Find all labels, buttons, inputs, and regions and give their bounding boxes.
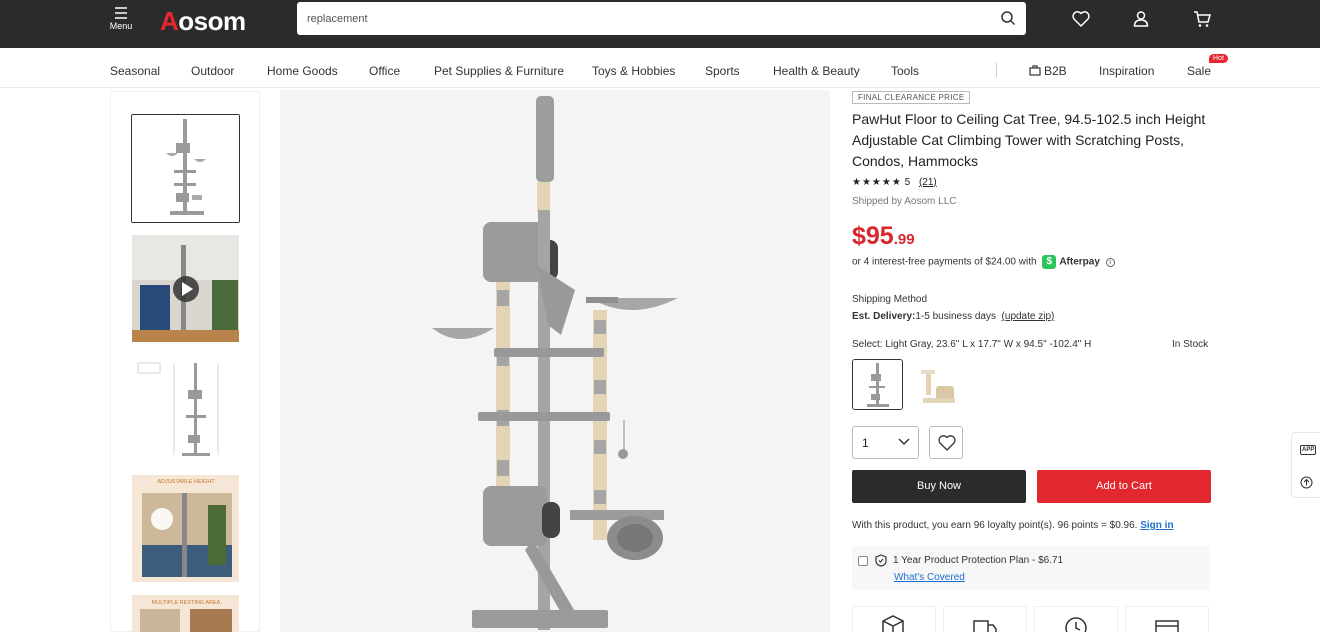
nav-item-toys-hobbies[interactable]: Toys & Hobbies — [592, 64, 675, 78]
stock-status: In Stock — [1172, 339, 1209, 350]
wishlist-button[interactable] — [929, 426, 963, 459]
feature-box-4 — [1125, 606, 1209, 632]
back-to-top-icon[interactable] — [1300, 476, 1313, 489]
buy-now-button[interactable]: Buy Now — [852, 470, 1026, 503]
nav-item-tools[interactable]: Tools — [891, 64, 919, 78]
search-input[interactable] — [307, 9, 987, 29]
whats-covered-link[interactable]: What's Covered — [894, 572, 965, 583]
thumbnail-1[interactable] — [131, 114, 240, 223]
variant-option-light-gray[interactable] — [852, 359, 903, 410]
floating-side-toolbar: APP — [1291, 432, 1320, 498]
rating-row: ★★★★★ 5 (21) — [852, 177, 937, 188]
heart-icon — [938, 435, 956, 451]
menu-label: Menu — [109, 21, 133, 31]
afterpay-text: or 4 interest-free payments of $24.00 wi… — [852, 256, 1037, 268]
nav-divider — [996, 63, 997, 77]
shipped-by: Shipped by Aosom LLC — [852, 196, 957, 207]
protection-plan: 1 Year Product Protection Plan - $6.71 W… — [852, 546, 1210, 590]
price-dollars: $95 — [852, 222, 894, 250]
app-download-icon[interactable]: APP — [1300, 445, 1317, 455]
update-zip-link[interactable]: (update zip) — [1002, 311, 1055, 322]
card-icon — [1155, 620, 1179, 632]
clock-icon — [1065, 617, 1087, 632]
star-rating: ★★★★★ — [852, 177, 902, 188]
cat-tree-image — [280, 90, 830, 632]
rating-value: 5 — [904, 177, 911, 188]
hot-badge: Hot — [1209, 54, 1228, 63]
truck-icon — [973, 620, 997, 632]
protection-plan-checkbox[interactable] — [858, 556, 868, 566]
loyalty-points: With this product, you earn 96 loyalty p… — [852, 520, 1174, 531]
thumbnail-gallery: ADJUSTABLE HEIGHT MULTIPLE RESTING AREA — [110, 91, 260, 632]
svg-text:ADJUSTABLE HEIGHT: ADJUSTABLE HEIGHT — [157, 479, 215, 485]
estimated-delivery: Est. Delivery:1-5 business days (update … — [852, 311, 1055, 322]
variant-thumbnail — [913, 360, 962, 409]
room-video-thumbnail — [132, 235, 239, 342]
price-cents: .99 — [893, 231, 915, 248]
adjustable-height-thumbnail: ADJUSTABLE HEIGHT — [132, 475, 239, 582]
nav-item-health-beauty[interactable]: Health & Beauty — [773, 64, 860, 78]
nav-item-seasonal[interactable]: Seasonal — [110, 64, 160, 78]
afterpay-logo-icon: $ — [1042, 255, 1057, 269]
user-icon[interactable] — [1131, 9, 1151, 29]
shield-icon — [875, 554, 887, 567]
cart-icon[interactable] — [1192, 9, 1212, 29]
search-bar — [297, 2, 1026, 35]
feature-box-3 — [1034, 606, 1118, 632]
svg-text:MULTIPLE RESTING AREA: MULTIPLE RESTING AREA — [152, 600, 221, 606]
review-count-link[interactable]: (21) — [919, 177, 937, 188]
nav-item-office[interactable]: Office — [369, 64, 400, 78]
product-title: PawHut Floor to Ceiling Cat Tree, 94.5-1… — [852, 111, 1206, 169]
dimensions-thumbnail — [132, 355, 239, 462]
search-icon[interactable] — [1000, 10, 1016, 26]
afterpay-row: or 4 interest-free payments of $24.00 wi… — [852, 255, 1115, 269]
variant-thumbnail — [853, 360, 902, 409]
nav-item-sale[interactable]: Sale — [1187, 64, 1211, 78]
quantity-select[interactable]: 1 — [852, 426, 919, 459]
afterpay-name: Afterpay — [1059, 256, 1100, 268]
protection-plan-label: 1 Year Product Protection Plan - $6.71 — [893, 555, 1064, 566]
variant-select-label: Select: Light Gray, 23.6" L x 17.7" W x … — [852, 339, 1092, 350]
category-nav: Seasonal Outdoor Home Goods Office Pet S… — [0, 48, 1320, 88]
top-header: Menu Aosom — [0, 0, 1320, 48]
clearance-badge: FINAL CLEARANCE PRICE — [852, 91, 971, 104]
nav-item-sports[interactable]: Sports — [705, 64, 740, 78]
price: $95.99 — [852, 222, 915, 251]
feature-box-2 — [943, 606, 1027, 632]
aosom-logo[interactable]: Aosom — [160, 6, 246, 37]
nav-item-b2b[interactable]: B2B — [1029, 64, 1067, 78]
feature-box-1 — [852, 606, 936, 632]
menu-button[interactable]: Menu — [104, 4, 138, 44]
cat-tree-thumbnail — [132, 115, 239, 222]
b2b-icon — [1029, 65, 1041, 76]
nav-item-pet-supplies[interactable]: Pet Supplies & Furniture — [434, 64, 564, 78]
nav-item-inspiration[interactable]: Inspiration — [1099, 64, 1154, 78]
heart-icon[interactable] — [1071, 9, 1091, 29]
variant-option-beige[interactable] — [912, 359, 963, 410]
chevron-down-icon — [898, 438, 910, 446]
sign-in-link[interactable]: Sign in — [1140, 520, 1173, 531]
main-product-image[interactable] — [280, 90, 830, 632]
thumbnail-5[interactable]: MULTIPLE RESTING AREA — [131, 594, 240, 632]
info-icon[interactable]: i — [1105, 257, 1115, 267]
thumbnail-4-adjustable[interactable]: ADJUSTABLE HEIGHT — [131, 474, 240, 583]
resting-area-thumbnail: MULTIPLE RESTING AREA — [132, 595, 239, 632]
package-icon — [882, 615, 904, 632]
nav-item-outdoor[interactable]: Outdoor — [191, 64, 234, 78]
thumbnail-2-video[interactable] — [131, 234, 240, 343]
hamburger-icon — [115, 7, 127, 19]
quantity-value: 1 — [862, 436, 869, 450]
thumbnail-3-dimensions[interactable] — [131, 354, 240, 463]
nav-item-home-goods[interactable]: Home Goods — [267, 64, 338, 78]
add-to-cart-button[interactable]: Add to Cart — [1037, 470, 1211, 503]
shipping-method-label: Shipping Method — [852, 294, 928, 305]
